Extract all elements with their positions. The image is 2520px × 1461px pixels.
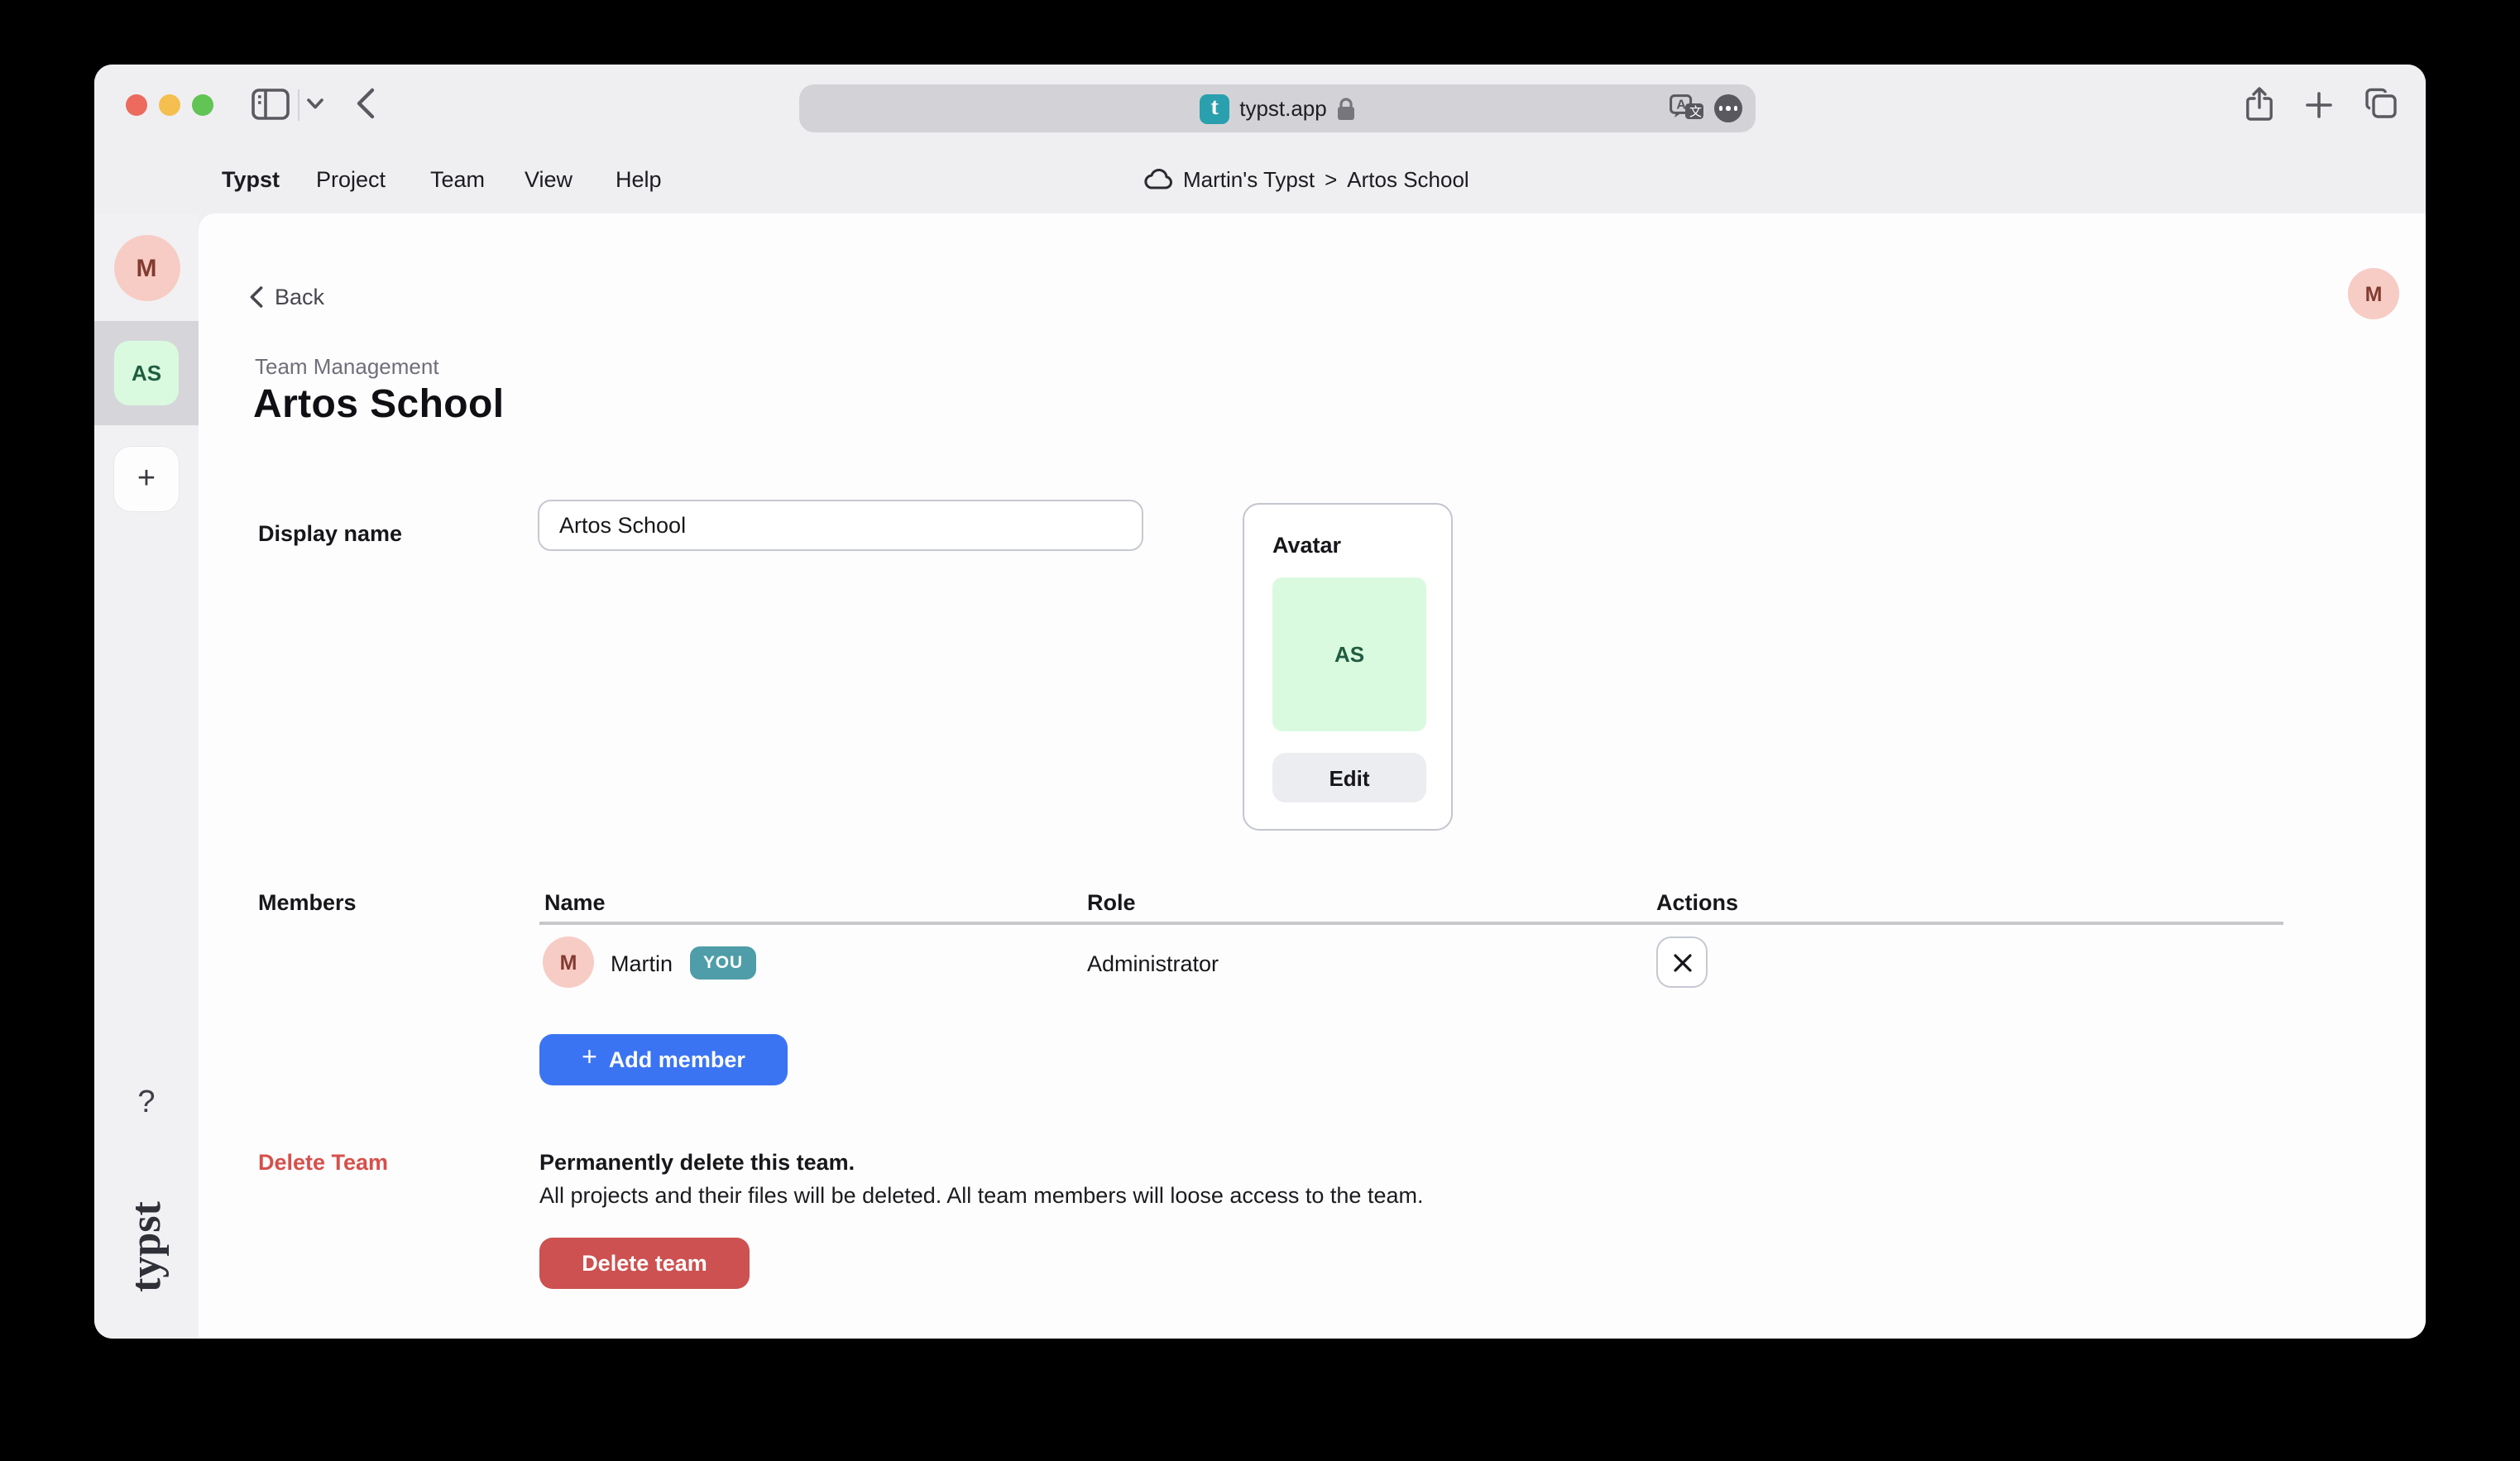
table-header-divider bbox=[539, 922, 2283, 924]
delete-team-heading: Permanently delete this team. bbox=[539, 1150, 855, 1175]
delete-team-description: All projects and their files will be del… bbox=[539, 1183, 1424, 1208]
breadcrumb-workspace[interactable]: Martin's Typst bbox=[1183, 167, 1315, 192]
menu-help[interactable]: Help bbox=[616, 146, 662, 213]
lock-icon bbox=[1337, 97, 1355, 120]
account-avatar[interactable]: M bbox=[2348, 268, 2399, 319]
translate-icon[interactable]: A 文 bbox=[1670, 94, 1704, 122]
avatar-edit-button[interactable]: Edit bbox=[1272, 753, 1426, 802]
avatar-card-title: Avatar bbox=[1272, 533, 1341, 558]
member-name: Martin bbox=[611, 951, 673, 976]
workspace-sidebar: M AS + ? typst bbox=[94, 213, 199, 1339]
page-settings-icon[interactable] bbox=[1714, 94, 1742, 122]
back-label: Back bbox=[275, 285, 324, 309]
display-name-input[interactable] bbox=[538, 500, 1143, 551]
breadcrumb: Martin's Typst > Artos School bbox=[1143, 146, 1469, 213]
you-badge: YOU bbox=[690, 946, 756, 980]
menu-view[interactable]: View bbox=[525, 146, 573, 213]
sidebar-add-team-button[interactable]: + bbox=[114, 447, 179, 511]
member-role: Administrator bbox=[1087, 951, 1219, 976]
cloud-icon bbox=[1143, 169, 1173, 190]
section-label: Team Management bbox=[255, 354, 439, 379]
typst-logo: typst bbox=[94, 1183, 199, 1312]
menu-typst[interactable]: Typst bbox=[222, 146, 280, 213]
remove-member-button[interactable] bbox=[1656, 936, 1708, 988]
page-title: Artos School bbox=[253, 382, 505, 429]
site-favicon: t bbox=[1200, 93, 1229, 123]
column-header-name: Name bbox=[544, 890, 606, 915]
menu-project[interactable]: Project bbox=[316, 146, 386, 213]
traffic-light-minimize[interactable] bbox=[159, 94, 180, 116]
browser-back-icon[interactable] bbox=[356, 88, 376, 119]
svg-text:文: 文 bbox=[1689, 104, 1702, 119]
add-member-label: Add member bbox=[609, 1047, 745, 1072]
traffic-light-zoom[interactable] bbox=[191, 94, 213, 116]
avatar-card: Avatar AS Edit bbox=[1243, 503, 1453, 831]
svg-text:A: A bbox=[1676, 98, 1686, 113]
column-header-actions: Actions bbox=[1656, 890, 1738, 915]
tab-overview-icon[interactable] bbox=[2364, 88, 2398, 119]
traffic-light-close[interactable] bbox=[126, 94, 147, 116]
chevron-down-icon[interactable] bbox=[306, 98, 324, 111]
browser-chrome: t typst.app A bbox=[94, 65, 2426, 213]
app-menubar: Typst Project Team View Help Martin's Ty… bbox=[94, 146, 2426, 213]
url-host: typst.app bbox=[1239, 96, 1327, 121]
sidebar-team-avatar[interactable]: AS bbox=[114, 341, 179, 405]
member-avatar: M bbox=[543, 936, 594, 988]
members-label: Members bbox=[258, 890, 357, 915]
sidebar-user-avatar[interactable]: M bbox=[113, 235, 180, 301]
browser-window: t typst.app A bbox=[94, 65, 2426, 1339]
sidebar-toggle-icon[interactable] bbox=[252, 88, 290, 121]
display-name-label: Display name bbox=[258, 521, 402, 546]
delete-team-label: Delete Team bbox=[258, 1150, 388, 1175]
team-avatar-preview: AS bbox=[1272, 577, 1426, 731]
breadcrumb-team[interactable]: Artos School bbox=[1347, 167, 1468, 192]
menu-team[interactable]: Team bbox=[430, 146, 485, 213]
breadcrumb-separator: > bbox=[1325, 167, 1337, 192]
new-tab-icon[interactable] bbox=[2305, 91, 2333, 119]
share-icon[interactable] bbox=[2245, 86, 2273, 122]
column-header-role: Role bbox=[1087, 890, 1136, 915]
help-icon[interactable]: ? bbox=[94, 1085, 199, 1122]
screen: t typst.app A bbox=[0, 0, 2520, 1461]
url-bar[interactable]: t typst.app A bbox=[799, 84, 1756, 132]
team-management-page: Back M Team Management Artos School Disp… bbox=[199, 213, 2426, 1339]
plus-icon: + bbox=[582, 1046, 597, 1072]
chevron-left-icon bbox=[250, 286, 263, 308]
chrome-divider bbox=[298, 89, 299, 121]
back-link[interactable]: Back bbox=[250, 285, 324, 309]
close-icon bbox=[1672, 952, 1692, 972]
delete-team-button[interactable]: Delete team bbox=[539, 1238, 750, 1289]
add-member-button[interactable]: + Add member bbox=[539, 1034, 788, 1085]
